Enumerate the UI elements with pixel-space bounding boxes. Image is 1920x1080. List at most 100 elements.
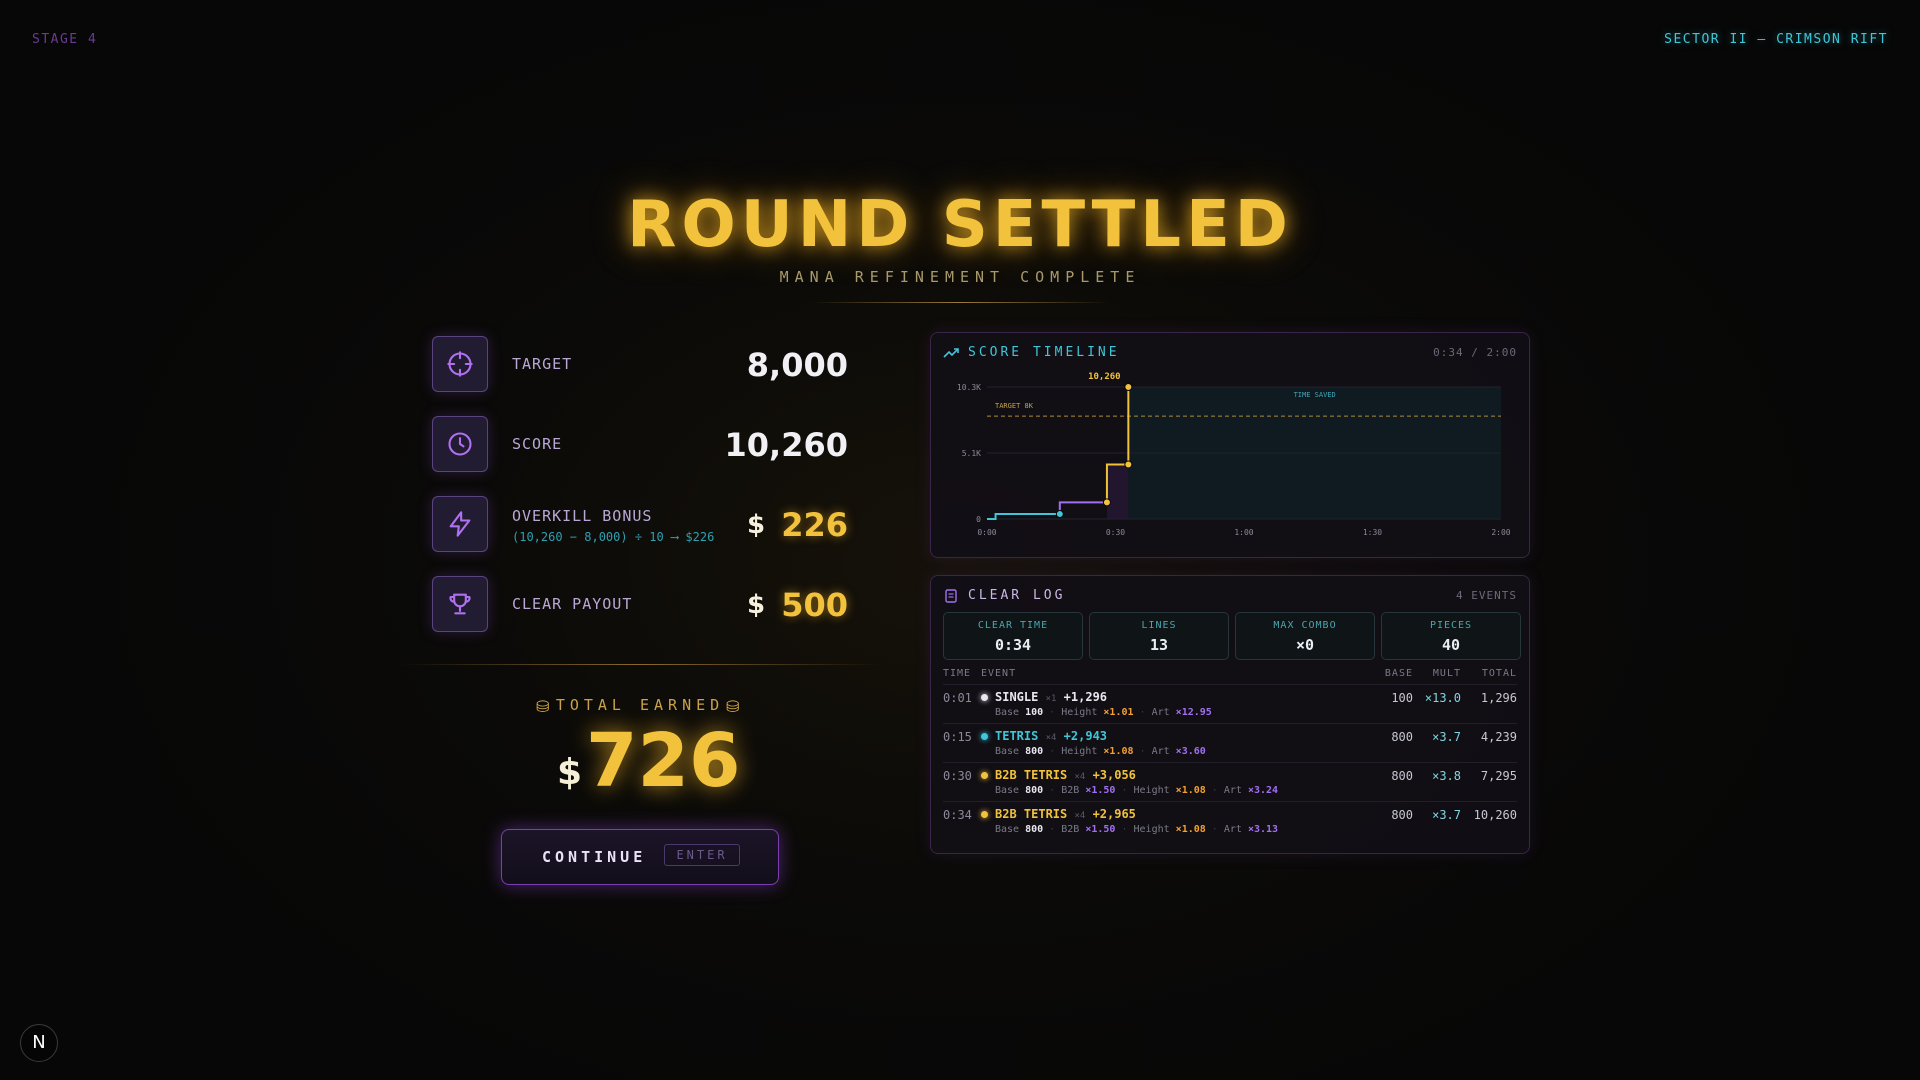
column-header-time: TIME xyxy=(943,668,972,679)
summary-value: 13 xyxy=(1149,636,1169,654)
score-timeline-panel: SCORE TIMELINE 0:34 / 2:00 0 5.1K 10.3K 0:0… xyxy=(930,332,1530,558)
summary-value: 40 xyxy=(1441,636,1461,654)
modifier-label: Art xyxy=(1223,785,1242,796)
event-time: 0:01 xyxy=(943,691,972,705)
score-point xyxy=(1102,498,1111,507)
enter-key-hint: ENTER xyxy=(664,844,740,866)
continue-label: CONTINUE xyxy=(542,848,647,866)
section-divider xyxy=(400,664,880,665)
event-modifiers: Base 800 · B2B ×1.50 · Height ×1.08 · Ar… xyxy=(995,824,1279,835)
x-tick-label: 2:00 xyxy=(1491,528,1510,537)
modifier-value: ×1.01 xyxy=(1103,707,1134,718)
modifier-label: Base xyxy=(995,707,1020,718)
sector-indicator: SECTOR II — CRIMSON RIFT xyxy=(1664,32,1888,47)
event-dot-icon xyxy=(981,733,988,740)
event-base: 800 xyxy=(1391,730,1413,744)
event-name: SINGLE xyxy=(995,690,1039,704)
target-value: 8,000 xyxy=(746,346,848,384)
stat-label: CLEAR PAYOUT xyxy=(512,595,633,613)
stat-clear-payout: CLEAR PAYOUT $ 500 xyxy=(432,576,848,634)
currency-symbol: $ xyxy=(747,590,766,620)
log-row: 0:30 B2B TETRIS ×4 +3,056 Base 800 · B2B ×… xyxy=(943,762,1517,802)
summary-label: PIECES xyxy=(1429,620,1473,631)
event-lines: ×4 xyxy=(1074,811,1086,821)
modifier-label: Height xyxy=(1061,707,1098,718)
modifier-label: B2B xyxy=(1061,785,1080,796)
time-saved-label: TIME SAVED xyxy=(1294,391,1336,399)
event-name-line: SINGLE ×1 +1,296 xyxy=(995,690,1107,704)
clock-icon xyxy=(432,416,488,472)
score-line-mid xyxy=(1058,501,1107,515)
column-header-event: EVENT xyxy=(981,668,1017,679)
log-row: 0:15 TETRIS ×4 +2,943 Base 800 · Height ×1… xyxy=(943,723,1517,763)
stat-label: TARGET xyxy=(512,355,573,373)
continue-button[interactable]: CONTINUE ENTER xyxy=(501,829,779,885)
clear-log-panel: CLEAR LOG 4 EVENTS CLEAR TIME 0:34 LINES… xyxy=(930,575,1530,854)
currency-symbol: $ xyxy=(557,752,583,793)
event-total: 1,296 xyxy=(1480,691,1517,705)
event-name-line: B2B TETRIS ×4 +2,965 xyxy=(995,807,1136,821)
page-title: ROUND SETTLED xyxy=(627,188,1293,262)
modifier-value: ×3.24 xyxy=(1247,785,1279,796)
event-mult: ×3.8 xyxy=(1432,769,1461,783)
overkill-formula: (10,260 − 8,000) ÷ 10 ⟶ $226 xyxy=(512,530,715,544)
modifier-label: Height xyxy=(1133,785,1170,796)
coins-icon: ⛁ xyxy=(726,697,740,716)
event-total: 10,260 xyxy=(1473,808,1517,822)
stat-label: SCORE xyxy=(512,435,563,453)
summary-value: 0:34 xyxy=(994,636,1032,654)
summary-pieces: PIECES 40 xyxy=(1381,612,1521,660)
event-base: 100 xyxy=(1391,691,1413,705)
trophy-icon xyxy=(432,576,488,632)
modifier-value: 800 xyxy=(1025,785,1044,796)
event-name-line: B2B TETRIS ×4 +3,056 xyxy=(995,768,1136,782)
overkill-value: 226 xyxy=(781,506,848,544)
event-gain: +1,296 xyxy=(1063,690,1108,704)
y-tick-label: 10.3K xyxy=(957,383,981,392)
event-base: 800 xyxy=(1391,769,1413,783)
modifier-label: Art xyxy=(1151,746,1170,757)
score-timeline-chart: 0 5.1K 10.3K 0:00 0:30 1:00 1:30 2:00 TARGET 8K T… xyxy=(957,372,1511,537)
modifier-label: Base xyxy=(995,824,1020,835)
summary-label: CLEAR TIME xyxy=(977,620,1049,631)
modifier-value: ×1.50 xyxy=(1085,824,1116,835)
modifier-label: Base xyxy=(995,746,1020,757)
x-tick-label: 0:30 xyxy=(1106,528,1125,537)
event-gain: +2,943 xyxy=(1063,729,1108,743)
page-subtitle: MANA REFINEMENT COMPLETE xyxy=(779,268,1141,286)
event-count: 4 EVENTS xyxy=(1456,589,1517,602)
stage-indicator: STAGE 4 xyxy=(32,32,98,47)
event-dot-icon xyxy=(981,772,988,779)
total-earned-label: TOTAL EARNED xyxy=(555,696,725,714)
stat-target: TARGET 8,000 xyxy=(432,336,848,394)
event-mult: ×3.7 xyxy=(1432,808,1461,822)
event-modifiers: Base 800 · B2B ×1.50 · Height ×1.08 · Ar… xyxy=(995,785,1279,796)
event-name: B2B TETRIS xyxy=(995,768,1068,782)
summary-value: ×0 xyxy=(1295,636,1315,654)
event-base: 800 xyxy=(1391,808,1413,822)
modifier-label: Height xyxy=(1061,746,1098,757)
modifier-label: B2B xyxy=(1061,824,1080,835)
app-logo[interactable]: N xyxy=(20,1024,58,1062)
peak-label: 10,260 xyxy=(1088,372,1121,382)
event-total: 7,295 xyxy=(1480,769,1517,783)
event-modifiers: Base 100 · Height ×1.01 · Art ×12.95 xyxy=(995,707,1212,718)
summary-label: LINES xyxy=(1141,620,1177,631)
x-tick-label: 0:00 xyxy=(977,528,996,537)
stat-overkill-bonus: OVERKILL BONUS (10,260 − 8,000) ÷ 10 ⟶ $… xyxy=(432,496,848,554)
event-gain: +3,056 xyxy=(1092,768,1136,782)
column-header-total: TOTAL xyxy=(1481,668,1517,679)
log-row: 0:34 B2B TETRIS ×4 +2,965 Base 800 · B2B ×… xyxy=(943,801,1517,841)
column-header-base: BASE xyxy=(1384,668,1413,679)
modifier-value: 100 xyxy=(1025,707,1044,718)
modifier-value: ×3.13 xyxy=(1247,824,1279,835)
modifier-label: Art xyxy=(1151,707,1170,718)
modifier-label: Height xyxy=(1133,824,1170,835)
title-divider xyxy=(810,302,1110,303)
crosshair-icon xyxy=(432,336,488,392)
summary-lines: LINES 13 xyxy=(1089,612,1229,660)
score-area xyxy=(1106,464,1129,519)
y-tick-label: 0 xyxy=(976,515,981,524)
scroll-icon xyxy=(945,589,957,603)
modifier-label: Base xyxy=(995,785,1020,796)
